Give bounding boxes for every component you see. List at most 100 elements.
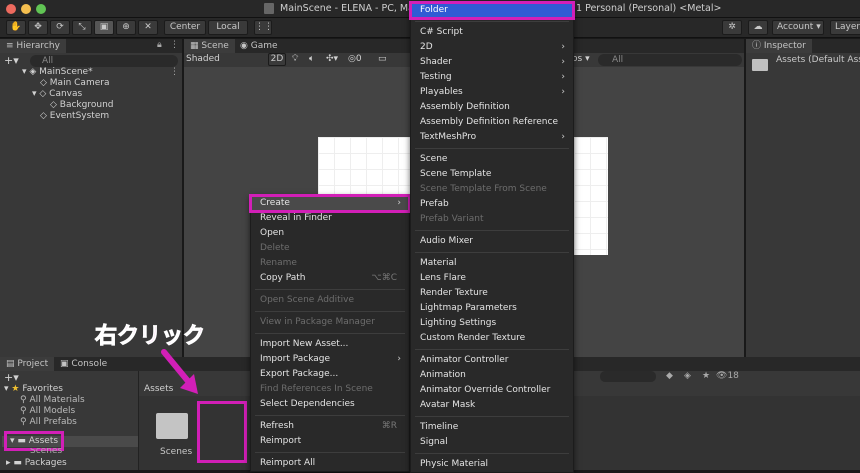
- custom-tool-icon[interactable]: ✕: [138, 20, 158, 35]
- create-menu-item-assembly-definition-reference[interactable]: Assembly Definition Reference: [411, 115, 573, 130]
- create-menu-item-render-texture[interactable]: Render Texture: [411, 286, 573, 301]
- close-window-button[interactable]: [6, 4, 16, 14]
- hierarchy-item-background[interactable]: ◇ Background: [50, 100, 114, 111]
- hierarchy-search-input[interactable]: All: [30, 55, 178, 67]
- favorite-all-materials[interactable]: ⚲ All Materials: [20, 395, 85, 406]
- account-dropdown[interactable]: Account ▾: [772, 20, 824, 35]
- context-menu-item-open[interactable]: Open: [251, 226, 409, 241]
- create-menu-item-custom-render-texture[interactable]: Custom Render Texture: [411, 331, 573, 346]
- scale-tool-icon[interactable]: ⤡: [72, 20, 92, 35]
- create-menu-item-textmeshpro[interactable]: TextMeshPro ›: [411, 130, 573, 145]
- context-menu-item-import-new-asset[interactable]: Import New Asset...: [251, 337, 409, 352]
- favorite-all-models[interactable]: ⚲ All Models: [20, 406, 75, 417]
- gizmos-dropdown[interactable]: os ▾: [572, 54, 590, 64]
- sidebar-item-assets[interactable]: ▾ ▬ Assets: [4, 431, 64, 451]
- create-menu-item-lighting-settings[interactable]: Lighting Settings: [411, 316, 573, 331]
- tab-scene[interactable]: ▦ Scene: [184, 39, 235, 53]
- favorites-label[interactable]: ▾ ★ Favorites: [4, 384, 63, 395]
- create-menu-item-lens-flare[interactable]: Lens Flare: [411, 271, 573, 286]
- mode-2d-button[interactable]: 2D: [268, 53, 286, 66]
- menu-item-label: Export Package...: [260, 369, 339, 379]
- tab-game[interactable]: ◉ Game: [234, 39, 284, 53]
- hidden-packages-icon[interactable]: 👁︎18: [716, 371, 739, 381]
- context-menu-item-reveal-in-finder[interactable]: Reveal in Finder: [251, 211, 409, 226]
- scene-menu-icon[interactable]: ⋮: [170, 67, 179, 77]
- effects-icon[interactable]: ✣▾: [326, 54, 338, 64]
- rotate-tool-icon[interactable]: ⟳: [50, 20, 70, 35]
- scenes-folder-icon[interactable]: [156, 413, 188, 439]
- create-menu-item-animator-override-controller[interactable]: Animator Override Controller: [411, 383, 573, 398]
- scene-search-input[interactable]: All: [598, 54, 742, 66]
- create-menu-item-avatar-mask[interactable]: Avatar Mask: [411, 398, 573, 413]
- sidebar-item-packages[interactable]: ▸ ▬ Packages: [6, 458, 67, 469]
- create-menu-item-2d[interactable]: 2D ›: [411, 40, 573, 55]
- hierarchy-item-canvas[interactable]: ▾ ◇ Canvas: [32, 89, 82, 100]
- settings-icon[interactable]: ✲: [722, 20, 742, 35]
- layers-dropdown[interactable]: Layer: [830, 20, 860, 35]
- maximize-window-button[interactable]: [36, 4, 46, 14]
- create-menu-item-playables[interactable]: Playables ›: [411, 85, 573, 100]
- hand-tool-icon[interactable]: ✋: [6, 20, 26, 35]
- context-menu-item-reimport-all[interactable]: Reimport All: [251, 456, 409, 471]
- context-menu-item-reimport[interactable]: Reimport: [251, 434, 409, 449]
- hierarchy-item-scene[interactable]: ▾ ◈ MainScene*: [22, 67, 93, 78]
- context-menu-item-export-package[interactable]: Export Package...: [251, 367, 409, 382]
- rect-tool-icon[interactable]: ▣: [94, 20, 114, 35]
- add-icon[interactable]: +▾: [4, 54, 19, 67]
- hierarchy-item-eventsystem[interactable]: ◇ EventSystem: [40, 111, 109, 122]
- inspector-title: Assets (Default Asse: [776, 55, 860, 65]
- hierarchy-item-main-camera[interactable]: ◇ Main Camera: [40, 78, 109, 89]
- panel-menu-icon[interactable]: ⋮: [170, 40, 179, 50]
- filter-label-icon[interactable]: ◈: [684, 371, 691, 381]
- context-menu-item-select-dependencies[interactable]: Select Dependencies: [251, 397, 409, 412]
- context-menu-item-delete: Delete: [251, 241, 409, 256]
- minimize-window-button[interactable]: [21, 4, 31, 14]
- context-menu-item-refresh[interactable]: Refresh ⌘R: [251, 419, 409, 434]
- menu-item-label: Audio Mixer: [420, 236, 473, 246]
- filter-type-icon[interactable]: ◆: [666, 371, 673, 381]
- menu-item-label: Physic Material: [420, 459, 489, 469]
- scenes-folder-label[interactable]: Scenes: [160, 447, 192, 457]
- create-menu-item-folder[interactable]: Folder: [409, 1, 575, 20]
- create-menu-item-scene-template[interactable]: Scene Template: [411, 167, 573, 182]
- tab-project[interactable]: ▤ Project: [0, 357, 55, 371]
- create-menu-item-c-script[interactable]: C# Script: [411, 25, 573, 40]
- create-menu-item-material[interactable]: Material: [411, 256, 573, 271]
- menu-item-label: Animator Controller: [420, 355, 509, 365]
- cloud-icon[interactable]: ☁: [748, 20, 768, 35]
- create-menu-item-animation[interactable]: Animation: [411, 368, 573, 383]
- create-menu-item-animator-controller[interactable]: Animator Controller: [411, 353, 573, 368]
- audio-icon[interactable]: 🔈︎: [309, 54, 314, 64]
- sidebar-item-scenes[interactable]: Scenes: [30, 448, 62, 454]
- create-menu-item-shader[interactable]: Shader ›: [411, 55, 573, 70]
- visibility-icon[interactable]: ◎0: [348, 54, 362, 64]
- create-menu-item-prefab[interactable]: Prefab: [411, 197, 573, 212]
- transform-tool-icon[interactable]: ⊕: [116, 20, 136, 35]
- project-search-input[interactable]: [600, 371, 656, 382]
- project-add-icon[interactable]: +▾: [4, 371, 19, 384]
- favorite-all-prefabs[interactable]: ⚲ All Prefabs: [20, 417, 77, 428]
- tab-console[interactable]: ▣ Console: [54, 357, 113, 371]
- tab-inspector[interactable]: ⓘ Inspector: [746, 39, 812, 53]
- create-menu-item-scene[interactable]: Scene: [411, 152, 573, 167]
- create-menu-item-lightmap-parameters[interactable]: Lightmap Parameters: [411, 301, 573, 316]
- create-menu-item-testing[interactable]: Testing ›: [411, 70, 573, 85]
- context-menu-item-copy-path[interactable]: Copy Path ⌥⌘C: [251, 271, 409, 286]
- create-menu-item-timeline[interactable]: Timeline: [411, 420, 573, 435]
- grid-snap-icon[interactable]: ⋮⋮: [254, 20, 273, 35]
- favorite-star-icon[interactable]: ★: [702, 371, 710, 381]
- lock-icon[interactable]: 🔒︎: [157, 40, 162, 50]
- create-menu-item-assembly-definition[interactable]: Assembly Definition: [411, 100, 573, 115]
- context-menu-item-import-package[interactable]: Import Package ›: [251, 352, 409, 367]
- context-menu-item-create[interactable]: Create ›: [249, 194, 411, 213]
- create-menu-item-audio-mixer[interactable]: Audio Mixer: [411, 234, 573, 249]
- shading-dropdown[interactable]: Shaded: [186, 54, 220, 64]
- tab-hierarchy[interactable]: ≡ Hierarchy: [0, 39, 66, 53]
- right-click-target-box[interactable]: [197, 401, 247, 463]
- pivot-local-button[interactable]: Local: [208, 20, 248, 35]
- create-menu-item-signal[interactable]: Signal: [411, 435, 573, 450]
- lighting-icon[interactable]: 💡︎: [292, 54, 298, 64]
- move-tool-icon[interactable]: ✥: [28, 20, 48, 35]
- camera-icon[interactable]: ▭: [378, 54, 387, 64]
- pivot-center-button[interactable]: Center: [164, 20, 206, 35]
